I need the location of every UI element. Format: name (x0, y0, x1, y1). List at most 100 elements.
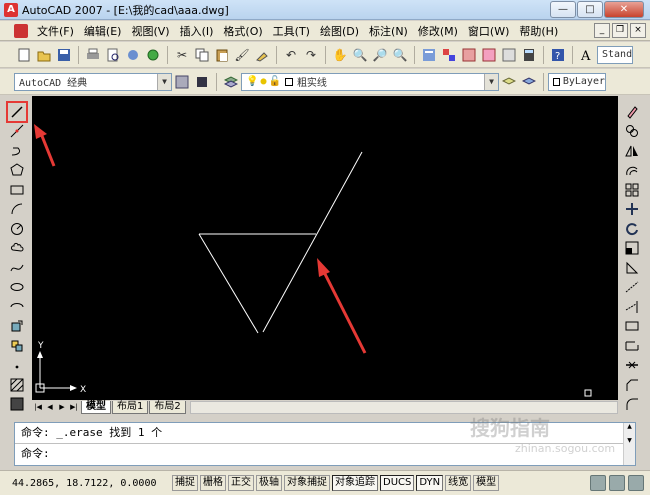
scale-icon[interactable] (623, 239, 641, 259)
insert-block-icon[interactable] (7, 317, 27, 337)
menu-edit[interactable]: 编辑(E) (79, 23, 127, 39)
open-folder-icon[interactable] (35, 46, 53, 64)
erase-icon[interactable] (623, 102, 641, 122)
sheet-set-icon[interactable] (480, 46, 498, 64)
grid-toggle[interactable]: 栅格 (200, 475, 226, 491)
next-tab-icon[interactable]: ▶ (56, 401, 68, 413)
text-style-icon[interactable]: A (578, 46, 596, 64)
pan-icon[interactable]: ✋ (331, 46, 349, 64)
trim-icon[interactable] (623, 278, 641, 298)
print-preview-icon[interactable] (104, 46, 122, 64)
doc-restore-button[interactable]: ❐ (612, 23, 628, 38)
autocad-icon[interactable]: A (4, 2, 18, 17)
ducs-toggle[interactable]: DUCS (380, 475, 415, 491)
drawn-line-left[interactable] (198, 233, 259, 334)
layer-manager-icon[interactable] (222, 73, 240, 91)
zoom-realtime-icon[interactable]: 🔍 (351, 46, 369, 64)
break-icon[interactable] (623, 336, 641, 356)
menu-format[interactable]: 格式(O) (218, 23, 267, 39)
make-layer-current-icon[interactable] (500, 73, 518, 91)
ellipse-arc-icon[interactable] (7, 297, 27, 317)
stretch-icon[interactable] (623, 258, 641, 278)
gradient-icon[interactable] (7, 395, 27, 415)
design-center-icon[interactable] (440, 46, 458, 64)
lock-toolbar-icon[interactable] (609, 475, 625, 491)
cut-icon[interactable]: ✂ (173, 46, 191, 64)
revision-cloud-icon[interactable] (7, 239, 27, 259)
lineweight-toggle[interactable]: 线宽 (445, 475, 472, 491)
block-editor-icon[interactable] (253, 46, 271, 64)
close-button[interactable]: ✕ (604, 1, 644, 18)
osnap-toggle[interactable]: 对象捕捉 (284, 475, 330, 491)
tab-model[interactable]: 模型 (81, 400, 111, 414)
menu-help[interactable]: 帮助(H) (514, 23, 563, 39)
copy-object-icon[interactable] (623, 122, 641, 142)
properties-icon[interactable] (420, 46, 438, 64)
first-tab-icon[interactable]: |◀ (32, 401, 44, 413)
copy-icon[interactable] (193, 46, 211, 64)
point-icon[interactable] (7, 356, 27, 376)
ortho-toggle[interactable]: 正交 (228, 475, 254, 491)
clean-screen-icon[interactable] (628, 475, 644, 491)
web-icon[interactable] (144, 46, 162, 64)
construction-line-icon[interactable] (7, 122, 27, 142)
circle-icon[interactable] (7, 219, 27, 239)
publish-icon[interactable] (124, 46, 142, 64)
spline-icon[interactable] (7, 258, 27, 278)
menu-insert[interactable]: 插入(I) (175, 23, 219, 39)
redo-icon[interactable]: ↷ (302, 46, 320, 64)
menu-tools[interactable]: 工具(T) (268, 23, 315, 39)
drawn-line-long[interactable] (262, 151, 363, 333)
horizontal-scrollbar[interactable] (189, 400, 618, 414)
menu-dimension[interactable]: 标注(N) (364, 23, 413, 39)
layer-previous-icon[interactable] (520, 73, 538, 91)
model-toggle[interactable]: 模型 (473, 475, 500, 491)
extend-icon[interactable] (623, 297, 641, 317)
minimize-button[interactable]: — (550, 1, 576, 18)
calculator-icon[interactable] (520, 46, 538, 64)
otrack-toggle[interactable]: 对象追踪 (332, 475, 378, 491)
dyn-toggle[interactable]: DYN (416, 475, 444, 491)
drawing-area[interactable]: Y X (32, 96, 618, 400)
menu-file[interactable]: 文件(F) (32, 23, 79, 39)
hatch-icon[interactable] (7, 375, 27, 395)
tool-palettes-icon[interactable] (460, 46, 478, 64)
line-tool-icon[interactable] (6, 101, 28, 123)
fillet-icon[interactable] (623, 395, 641, 415)
arc-icon[interactable] (7, 200, 27, 220)
chevron-down-icon[interactable]: ▼ (157, 73, 171, 90)
color-combo[interactable]: ByLayer (548, 72, 606, 91)
move-icon[interactable] (623, 200, 641, 220)
print-icon[interactable] (84, 46, 102, 64)
polyline-icon[interactable] (7, 141, 27, 161)
chevron-down-icon[interactable]: ▼ (484, 73, 498, 90)
array-icon[interactable] (623, 180, 641, 200)
polar-toggle[interactable]: 极轴 (256, 475, 282, 491)
ellipse-icon[interactable] (7, 278, 27, 298)
break-at-point-icon[interactable] (623, 317, 641, 337)
new-file-icon[interactable] (15, 46, 33, 64)
last-tab-icon[interactable]: ▶| (68, 401, 80, 413)
make-block-icon[interactable] (7, 336, 27, 356)
zoom-previous-icon[interactable]: 🔍 (391, 46, 409, 64)
communication-center-icon[interactable] (590, 475, 606, 491)
zoom-window-icon[interactable]: 🔎 (371, 46, 389, 64)
mirror-icon[interactable] (623, 141, 641, 161)
markup-icon[interactable] (500, 46, 518, 64)
menu-draw[interactable]: 绘图(D) (315, 23, 364, 39)
menu-modify[interactable]: 修改(M) (413, 23, 463, 39)
menu-window[interactable]: 窗口(W) (463, 23, 514, 39)
undo-icon[interactable]: ↶ (282, 46, 300, 64)
layer-combo[interactable]: 💡 ● 🔓 粗实线 ▼ (241, 72, 499, 91)
save-icon[interactable] (55, 46, 73, 64)
coordinates-display[interactable]: 44.2865, 18.7122, 0.0000 (12, 478, 172, 489)
offset-icon[interactable] (623, 161, 641, 181)
maximize-button[interactable]: □ (577, 1, 603, 18)
text-style-combo[interactable]: Stand (597, 45, 633, 64)
workspace-settings-icon[interactable] (173, 73, 191, 91)
workspace-combo[interactable]: AutoCAD 经典 ▼ (14, 72, 172, 91)
workspace-save-icon[interactable] (193, 73, 211, 91)
tab-layout1[interactable]: 布局1 (112, 400, 149, 414)
doc-close-button[interactable]: × (630, 23, 646, 38)
snap-toggle[interactable]: 捕捉 (172, 475, 198, 491)
